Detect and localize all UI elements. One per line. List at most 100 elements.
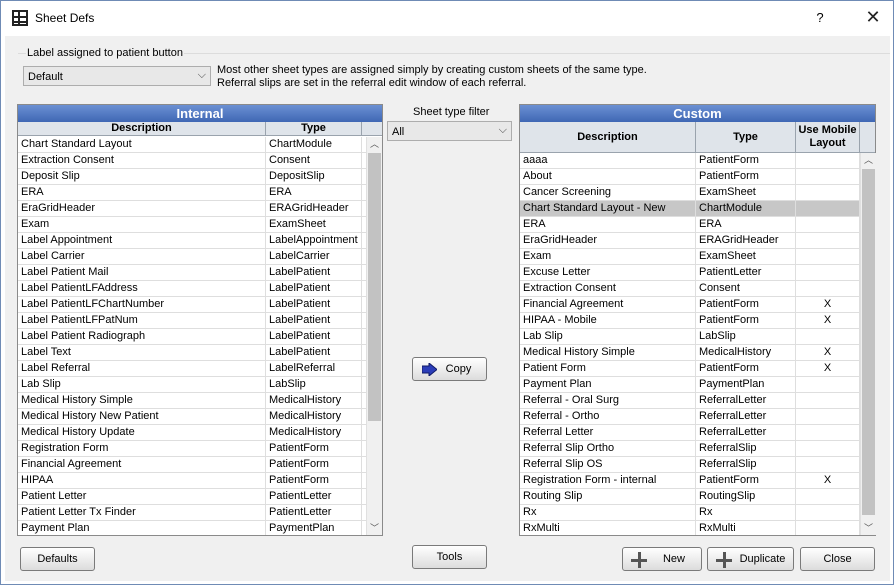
internal-scroll-thumb[interactable] [368,153,381,421]
custom-col-description[interactable]: Description [520,122,696,153]
custom-mobile-cell [796,329,860,344]
custom-description-cell: Lab Slip [520,329,696,344]
plus-icon [631,552,647,568]
internal-col-type[interactable]: Type [266,122,362,136]
custom-scrollbar[interactable]: ︿ ﹀ [860,153,876,535]
table-row[interactable]: Chart Standard Layout - New ChartModule [520,201,860,217]
custom-type-cell: RxMulti [696,521,796,535]
scroll-up-icon[interactable]: ︿ [861,153,876,167]
internal-description-cell: Extraction Consent [18,153,266,168]
table-row[interactable]: Label Referral LabelReferral [18,361,366,377]
table-row[interactable]: Extraction Consent Consent [520,281,860,297]
window-title: Sheet Defs [35,11,95,25]
table-row[interactable]: RxMulti RxMulti [520,521,860,535]
table-row[interactable]: Patient Letter PatientLetter [18,489,366,505]
table-row[interactable]: Exam ExamSheet [520,249,860,265]
sheet-type-filter-dropdown[interactable]: All ⌵ [387,121,512,141]
info-line-1: Most other sheet types are assigned simp… [217,64,647,76]
custom-grid-body: aaaa PatientForm About PatientForm Cancer Sc… [520,153,860,535]
internal-type-cell: PatientForm [266,441,362,456]
table-row[interactable]: Referral Slip OS ReferralSlip [520,457,860,473]
close-button[interactable]: Close [800,547,875,571]
table-row[interactable]: HIPAA PatientForm [18,473,366,489]
custom-description-cell: ERA [520,217,696,232]
internal-type-cell: LabelCarrier [266,249,362,264]
table-row[interactable]: aaaa PatientForm [520,153,860,169]
table-row[interactable]: Registration Form - internal PatientForm X [520,473,860,489]
table-row[interactable]: About PatientForm [520,169,860,185]
custom-type-cell: Rx [696,505,796,520]
table-row[interactable]: Lab Slip LabSlip [520,329,860,345]
table-row[interactable]: Referral - Oral Surg ReferralLetter [520,393,860,409]
duplicate-button-label: Duplicate [739,553,786,565]
table-row[interactable]: EraGridHeader ERAGridHeader [18,201,366,217]
table-row[interactable]: EraGridHeader ERAGridHeader [520,233,860,249]
defaults-button[interactable]: Defaults [20,547,95,571]
custom-col-mobile[interactable]: Use Mobile Layout [796,122,860,153]
table-row[interactable]: Patient Form PatientForm X [520,361,860,377]
table-row[interactable]: Exam ExamSheet [18,217,366,233]
internal-description-cell: Medical History New Patient [18,409,266,424]
table-row[interactable]: Cancer Screening ExamSheet [520,185,860,201]
custom-scroll-thumb[interactable] [862,169,875,515]
close-window-icon[interactable]: ✕ [863,7,883,27]
table-row[interactable]: Rx Rx [520,505,860,521]
table-row[interactable]: Medical History Simple MedicalHistory X [520,345,860,361]
internal-col-description[interactable]: Description [18,122,266,136]
table-row[interactable]: Routing Slip RoutingSlip [520,489,860,505]
custom-description-cell: Excuse Letter [520,265,696,280]
table-row[interactable]: Label Carrier LabelCarrier [18,249,366,265]
table-row[interactable]: Payment Plan PaymentPlan [18,521,366,535]
table-row[interactable]: Referral - Ortho ReferralLetter [520,409,860,425]
scroll-up-icon[interactable]: ︿ [367,137,382,151]
custom-description-cell: Financial Agreement [520,297,696,312]
table-row[interactable]: Label PatientLFAddress LabelPatient [18,281,366,297]
table-row[interactable]: ERA ERA [18,185,366,201]
table-row[interactable]: Label Patient Radiograph LabelPatient [18,329,366,345]
table-row[interactable]: Label Text LabelPatient [18,345,366,361]
table-row[interactable]: Label PatientLFChartNumber LabelPatient [18,297,366,313]
internal-grid-body: Chart Standard Layout ChartModule Extracti… [18,137,366,535]
table-row[interactable]: Registration Form PatientForm [18,441,366,457]
custom-type-cell: PatientForm [696,153,796,168]
custom-mobile-cell [796,233,860,248]
tools-button[interactable]: Tools [412,545,487,569]
scroll-down-icon[interactable]: ﹀ [861,521,876,535]
duplicate-button[interactable]: Duplicate [707,547,794,571]
table-row[interactable]: HIPAA - Mobile PatientForm X [520,313,860,329]
table-row[interactable]: Patient Letter Tx Finder PatientLetter [18,505,366,521]
table-row[interactable]: Medical History Simple MedicalHistory [18,393,366,409]
help-button[interactable]: ? [813,10,827,25]
table-row[interactable]: Excuse Letter PatientLetter [520,265,860,281]
table-row[interactable]: Label PatientLFPatNum LabelPatient [18,313,366,329]
copy-button[interactable]: Copy [412,357,487,381]
internal-description-cell: Label PatientLFPatNum [18,313,266,328]
table-row[interactable]: Label Patient Mail LabelPatient [18,265,366,281]
table-row[interactable]: Medical History New Patient MedicalHistor… [18,409,366,425]
table-row[interactable]: Referral Letter ReferralLetter [520,425,860,441]
custom-col-type[interactable]: Type [696,122,796,153]
label-type-dropdown[interactable]: Default ⌵ [23,66,211,86]
table-row[interactable]: Referral Slip Ortho ReferralSlip [520,441,860,457]
internal-type-cell: PatientLetter [266,505,362,520]
table-row[interactable]: Chart Standard Layout ChartModule [18,137,366,153]
internal-scrollbar[interactable]: ︿ ﹀ [366,137,382,535]
table-row[interactable]: ERA ERA [520,217,860,233]
custom-type-cell: ReferralSlip [696,441,796,456]
table-row[interactable]: Label Appointment LabelAppointment [18,233,366,249]
table-row[interactable]: Extraction Consent Consent [18,153,366,169]
table-row[interactable]: Payment Plan PaymentPlan [520,377,860,393]
custom-mobile-cell: X [796,361,860,376]
dialog-client-area: Label assigned to patient button Default… [5,36,890,581]
table-row[interactable]: Deposit Slip DepositSlip [18,169,366,185]
table-row[interactable]: Financial Agreement PatientForm X [520,297,860,313]
table-row[interactable]: Medical History Update MedicalHistory [18,425,366,441]
table-row[interactable]: Financial Agreement PatientForm [18,457,366,473]
internal-type-cell: MedicalHistory [266,425,362,440]
internal-description-cell: Financial Agreement [18,457,266,472]
scroll-down-icon[interactable]: ﹀ [367,521,382,535]
table-row[interactable]: Lab Slip LabSlip [18,377,366,393]
label-type-value: Default [28,71,63,83]
new-button[interactable]: New [622,547,702,571]
custom-mobile-cell [796,409,860,424]
